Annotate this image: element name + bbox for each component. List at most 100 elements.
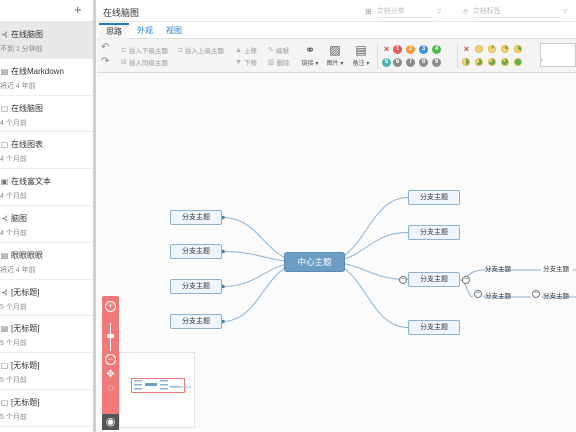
zoom-in-button[interactable]: +: [105, 301, 116, 312]
note-item[interactable]: ⊰ [无标题] 5 个月前: [0, 280, 95, 317]
zoom-out-button[interactable]: −: [105, 354, 116, 365]
move-down-button[interactable]: ▼ 下移: [235, 57, 257, 68]
progress-icon[interactable]: [462, 58, 470, 66]
priority-4-icon[interactable]: 4: [432, 45, 441, 54]
note-item[interactable]: ⊰ 脑图 4 个月前: [0, 206, 95, 243]
link-button[interactable]: ⚭ 链接 ▾: [299, 43, 321, 67]
document-header: 在线脑图 ⊞ 文档分类 ▽ ⌾ 文档标签 ▽: [97, 0, 576, 22]
sidebar-scrollbar[interactable]: [93, 0, 96, 432]
tab-ideas[interactable]: 思路: [99, 23, 129, 39]
progress-icon[interactable]: [475, 58, 483, 66]
undo-icon[interactable]: ↶: [101, 42, 109, 53]
edit-button[interactable]: ✎ 编辑: [268, 45, 289, 55]
delete-button[interactable]: ▥ 删除: [268, 57, 290, 67]
note-list: ⊰ 在线脑图 不到 1 分钟前 ▤ 在线Markdown 将近 4 年前 ▢ 在线脑图 4 个月…: [0, 22, 95, 427]
collapse-button[interactable]: −: [474, 290, 482, 298]
pencil-icon: ✎: [268, 47, 274, 54]
progress-icon[interactable]: [501, 58, 509, 66]
branch-topic[interactable]: 分支主题: [170, 314, 222, 329]
note-date: 将近 4 年前: [0, 266, 36, 274]
category-select[interactable]: ⊞ 文档分类 ▽: [365, 5, 441, 18]
collapse-button[interactable]: −: [462, 276, 470, 284]
progress-icon[interactable]: [488, 58, 496, 66]
note-item[interactable]: ▤ [无标题] 5 个月前: [0, 316, 95, 354]
note-date: 5 个月前: [0, 377, 27, 385]
tab-appearance[interactable]: 外观: [130, 23, 160, 39]
chevron-left-icon[interactable]: ‹: [541, 58, 543, 64]
priority-3-icon[interactable]: 3: [419, 45, 428, 54]
image-button[interactable]: ▨ 图片 ▾: [324, 43, 346, 67]
note-item[interactable]: ▣ 在线富文本 4 个月前: [0, 169, 95, 206]
priority-2-icon[interactable]: 2: [406, 45, 415, 54]
note-item[interactable]: ▤ 在线Markdown 将近 4 年前: [0, 59, 95, 96]
insert-sibling-button[interactable]: ⊟ 插入同级主题: [121, 57, 168, 67]
note-item[interactable]: ▢ 在线脑图 4 个月前: [0, 96, 95, 133]
priority-8-icon[interactable]: 8: [419, 58, 428, 67]
note-date: 5 个月前: [0, 340, 27, 348]
branch-topic[interactable]: 分支主题: [170, 244, 222, 259]
move-icon[interactable]: ✥: [102, 369, 119, 380]
mindmap-canvas[interactable]: 中心主题 分支主题 分支主题 分支主题 分支主题 分支主题 分支主题 分支主题 分支主题 − − 分支…: [97, 74, 576, 432]
branch-topic[interactable]: 分支主题: [408, 320, 460, 335]
note-button[interactable]: ▤ 备注 ▾: [350, 43, 372, 67]
note-title: ⊰ 脑图: [1, 213, 27, 223]
note-item[interactable]: ▢ [无标题] 5 个月前: [0, 390, 95, 427]
note-item[interactable]: ▢ [无标题] 5 个月前: [0, 353, 95, 390]
note-item[interactable]: ⊰ 在线脑图 不到 1 分钟前: [0, 22, 95, 59]
root-topic[interactable]: 中心主题: [284, 252, 345, 272]
branch-topic[interactable]: 分支主题: [170, 279, 222, 294]
note-title: ▣ 在线富文本: [0, 177, 51, 187]
clear-progress-icon[interactable]: ×: [462, 45, 471, 54]
tab-view[interactable]: 视图: [159, 23, 189, 39]
priority-6-icon[interactable]: 6: [393, 58, 402, 67]
insert-parent-icon: ⊐: [177, 47, 183, 54]
move-up-button[interactable]: ▲ 上移: [235, 45, 257, 56]
ribbon-tabs: 思路 外观 视图: [97, 23, 576, 39]
note-item[interactable]: ▤ 眼眼眼眼 将近 4 年前: [0, 243, 95, 280]
add-note-button[interactable]: +: [74, 3, 82, 17]
document-title[interactable]: 在线脑图: [103, 6, 139, 19]
tag-select[interactable]: ⌾ 文档标签 ▽: [463, 5, 567, 18]
branch-topic[interactable]: 分支主题: [170, 210, 222, 225]
insert-child-button[interactable]: ⊏ 插入下级主题: [121, 45, 168, 55]
collapse-button[interactable]: −: [399, 276, 407, 284]
branch-topic[interactable]: 分支主题: [408, 225, 460, 240]
note-title: ▢ 在线图表: [0, 140, 43, 150]
progress-icon[interactable]: [501, 45, 509, 53]
minimap[interactable]: [119, 352, 195, 428]
insert-parent-button[interactable]: ⊐ 插入上级主题: [177, 45, 224, 55]
priority-7-icon[interactable]: 7: [406, 58, 415, 67]
sub-topic[interactable]: 分支主题: [543, 290, 569, 300]
branch-topic[interactable]: 分支主题: [408, 272, 460, 287]
grid-icon: ⊞: [365, 7, 372, 16]
mindmap-app: + ⊰ 在线脑图 不到 1 分钟前 ▤ 在线Markdown 将近 4 年前 ▢ 在线脑图 4 …: [0, 0, 576, 432]
sub-topic[interactable]: 分支主题: [485, 263, 511, 273]
sub-topic[interactable]: 分支主题: [485, 290, 511, 300]
priority-1-icon[interactable]: 1: [393, 45, 402, 54]
eye-icon[interactable]: ◉: [102, 415, 119, 428]
redo-icon[interactable]: ↷: [101, 56, 109, 67]
progress-icon[interactable]: [514, 45, 522, 53]
branch-topic[interactable]: 分支主题: [408, 190, 460, 205]
sub-topic[interactable]: 分支主题: [543, 263, 569, 273]
insert-sibling-icon: ⊟: [121, 59, 127, 66]
mindmap-icon: ⊰: [1, 287, 8, 297]
progress-icon[interactable]: [488, 45, 496, 53]
priority-5-icon[interactable]: 5: [382, 58, 391, 67]
mindmap-icon: ⊰: [1, 30, 8, 39]
locate-icon[interactable]: ◌: [102, 382, 119, 394]
clear-priority-icon[interactable]: ×: [382, 45, 391, 54]
progress-icon[interactable]: [475, 45, 483, 53]
resource-input[interactable]: [540, 43, 576, 67]
toolbar-divider: [457, 43, 458, 69]
minimap-viewport[interactable]: [131, 378, 185, 393]
priority-9-icon[interactable]: 9: [432, 58, 441, 67]
note-date: 4 个月前: [0, 229, 27, 237]
note-item[interactable]: ▢ 在线图表 4 个月前: [0, 132, 95, 170]
note-date: 4 个月前: [0, 119, 27, 127]
markdown-icon: ▤: [0, 250, 9, 260]
zoom-thumb[interactable]: [107, 333, 114, 338]
collapse-button[interactable]: −: [532, 290, 540, 298]
image-icon: ▨: [329, 43, 341, 57]
progress-icon[interactable]: [514, 58, 522, 66]
